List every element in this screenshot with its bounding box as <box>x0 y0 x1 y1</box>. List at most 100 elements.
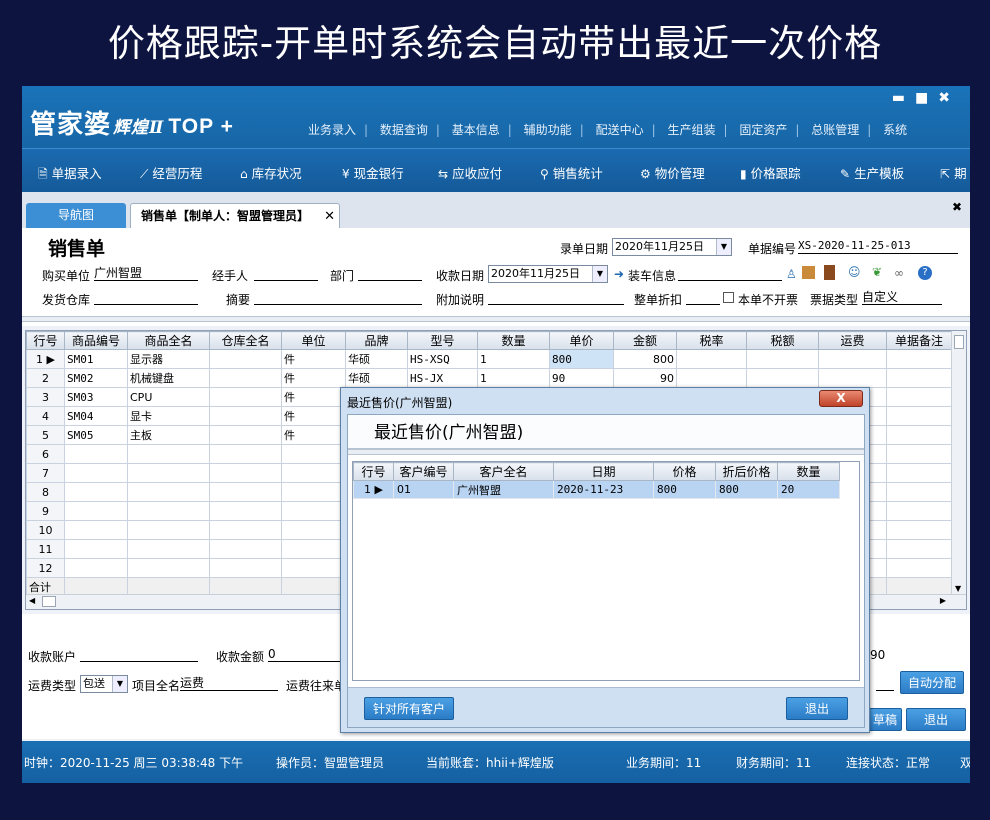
table-cell[interactable] <box>209 444 282 464</box>
column-header[interactable]: 运费 <box>818 331 887 350</box>
column-header[interactable]: 仓库全名 <box>209 331 282 350</box>
extra-field[interactable] <box>488 290 624 305</box>
table-cell[interactable] <box>64 520 128 540</box>
table-cell[interactable] <box>281 539 346 559</box>
table-cell[interactable]: 11 <box>26 539 65 559</box>
freight-unit-field[interactable] <box>876 676 894 691</box>
table-cell[interactable] <box>886 520 952 540</box>
table-cell[interactable] <box>64 444 128 464</box>
table-cell[interactable]: 6 <box>26 444 65 464</box>
table-cell[interactable] <box>886 501 952 521</box>
table-cell[interactable] <box>209 482 282 502</box>
table-cell[interactable]: 12 <box>26 558 65 578</box>
table-cell[interactable] <box>886 444 952 464</box>
menu-item[interactable]: 固定资产 <box>731 121 795 138</box>
table-cell[interactable]: 1 <box>477 349 550 369</box>
no-invoice-checkbox[interactable] <box>723 292 734 303</box>
table-cell[interactable] <box>886 387 952 407</box>
table-cell[interactable] <box>209 501 282 521</box>
table-cell[interactable] <box>886 349 952 369</box>
table-cell[interactable]: SM05 <box>64 425 128 445</box>
toolbar-cash[interactable]: ¥ 现金银行 <box>342 163 404 182</box>
auto-allocate-button[interactable]: 自动分配 <box>900 671 964 694</box>
freight-type-select[interactable]: 包送 ▼ <box>80 675 128 693</box>
scroll-right-icon[interactable]: ▶ <box>940 596 946 605</box>
table-cell[interactable]: 件 <box>281 406 346 426</box>
minimize-icon[interactable]: ▬ <box>892 90 915 106</box>
table-cell[interactable]: 件 <box>281 387 346 407</box>
table-cell[interactable] <box>281 558 346 578</box>
chevron-down-icon[interactable]: ▼ <box>112 676 127 692</box>
vertical-scrollbar[interactable]: ▼ <box>951 331 966 609</box>
table-cell[interactable] <box>64 501 128 521</box>
column-header[interactable]: 单价 <box>549 331 614 350</box>
column-header[interactable]: 折后价格 <box>715 462 778 481</box>
table-cell[interactable]: 800 <box>549 349 614 369</box>
table-cell[interactable] <box>676 368 747 388</box>
link-icon[interactable]: ∞ <box>894 266 904 280</box>
column-header[interactable]: 税率 <box>676 331 747 350</box>
toolbar-price-mgmt[interactable]: ⚙ 物价管理 <box>640 163 705 182</box>
leaf-icon[interactable]: ❦ <box>872 265 882 279</box>
table-cell[interactable] <box>127 539 210 559</box>
table-cell[interactable]: 20 <box>777 480 840 499</box>
table-cell[interactable]: HS-XSQ <box>407 349 478 369</box>
scroll-left-icon[interactable]: ◀ <box>29 596 35 605</box>
loading-info-label[interactable]: 装车信息 <box>628 267 676 284</box>
table-cell[interactable] <box>281 501 346 521</box>
help-icon[interactable]: ? <box>918 266 932 280</box>
table-cell[interactable] <box>127 463 210 483</box>
table-cell[interactable] <box>818 368 887 388</box>
close-tab-icon[interactable]: ✕ <box>324 204 335 229</box>
table-cell[interactable] <box>209 425 282 445</box>
user-icon[interactable]: ☺ <box>848 265 861 279</box>
receipt-date-picker[interactable]: 2020年11月25日 ▼ <box>488 265 608 283</box>
save-draft-button[interactable]: 草稿 <box>868 708 902 731</box>
table-cell[interactable]: 华硕 <box>345 349 408 369</box>
toolbar-receivable[interactable]: ⇆ 应收应付 <box>438 163 502 182</box>
table-cell[interactable]: 显示器 <box>127 349 210 369</box>
table-cell[interactable]: SM02 <box>64 368 128 388</box>
toolbar-sales-stats[interactable]: ⚲ 销售统计 <box>540 163 603 182</box>
table-cell[interactable] <box>281 463 346 483</box>
column-header[interactable]: 客户全名 <box>453 462 554 481</box>
column-header[interactable]: 行号 <box>353 462 394 481</box>
dialog-splitter[interactable] <box>348 449 864 455</box>
table-cell[interactable]: 01 <box>393 480 454 499</box>
column-header[interactable]: 数量 <box>777 462 840 481</box>
table-cell[interactable]: 90 <box>549 368 614 388</box>
recent-price-grid[interactable]: 行号 客户编号 客户全名 日期 价格 折后价格 数量 1 ▶ 01 广州智盟 2020-11-23… <box>352 461 860 681</box>
table-cell[interactable] <box>886 463 952 483</box>
table-row[interactable]: 1 ▶ SM01 显示器件华硕 HS-XSQ 1 800 800 <box>26 349 952 369</box>
table-cell[interactable] <box>209 463 282 483</box>
door-icon[interactable] <box>824 265 835 280</box>
table-cell[interactable] <box>281 444 346 464</box>
table-cell[interactable] <box>281 482 346 502</box>
table-cell[interactable] <box>127 501 210 521</box>
column-header[interactable]: 日期 <box>553 462 654 481</box>
table-cell[interactable]: SM03 <box>64 387 128 407</box>
column-header[interactable]: 行号 <box>26 331 65 350</box>
column-header[interactable]: 数量 <box>477 331 550 350</box>
amount-field[interactable]: 0 <box>268 647 348 662</box>
table-cell[interactable] <box>64 463 128 483</box>
item-name-field[interactable]: 运费 <box>180 676 278 691</box>
table-cell[interactable]: 1 <box>477 368 550 388</box>
table-cell[interactable]: 主板 <box>127 425 210 445</box>
table-cell[interactable] <box>209 349 282 369</box>
table-cell[interactable] <box>209 387 282 407</box>
table-row[interactable]: 1 ▶ 01 广州智盟 2020-11-23 800 800 20 <box>353 480 840 499</box>
table-cell[interactable]: 8 <box>26 482 65 502</box>
account-field[interactable] <box>80 647 198 662</box>
table-cell[interactable] <box>127 558 210 578</box>
bill-no-field[interactable]: XS-2020-11-25-013 <box>798 239 958 254</box>
menu-item[interactable]: 基本信息 <box>444 121 508 138</box>
table-cell[interactable]: 9 <box>26 501 65 521</box>
table-cell[interactable] <box>64 482 128 502</box>
dialog-close-button[interactable]: X <box>819 390 863 407</box>
table-cell[interactable]: 5 <box>26 425 65 445</box>
table-cell[interactable]: 10 <box>26 520 65 540</box>
table-cell[interactable]: 800 <box>653 480 716 499</box>
table-cell[interactable] <box>746 349 819 369</box>
table-cell[interactable] <box>209 558 282 578</box>
